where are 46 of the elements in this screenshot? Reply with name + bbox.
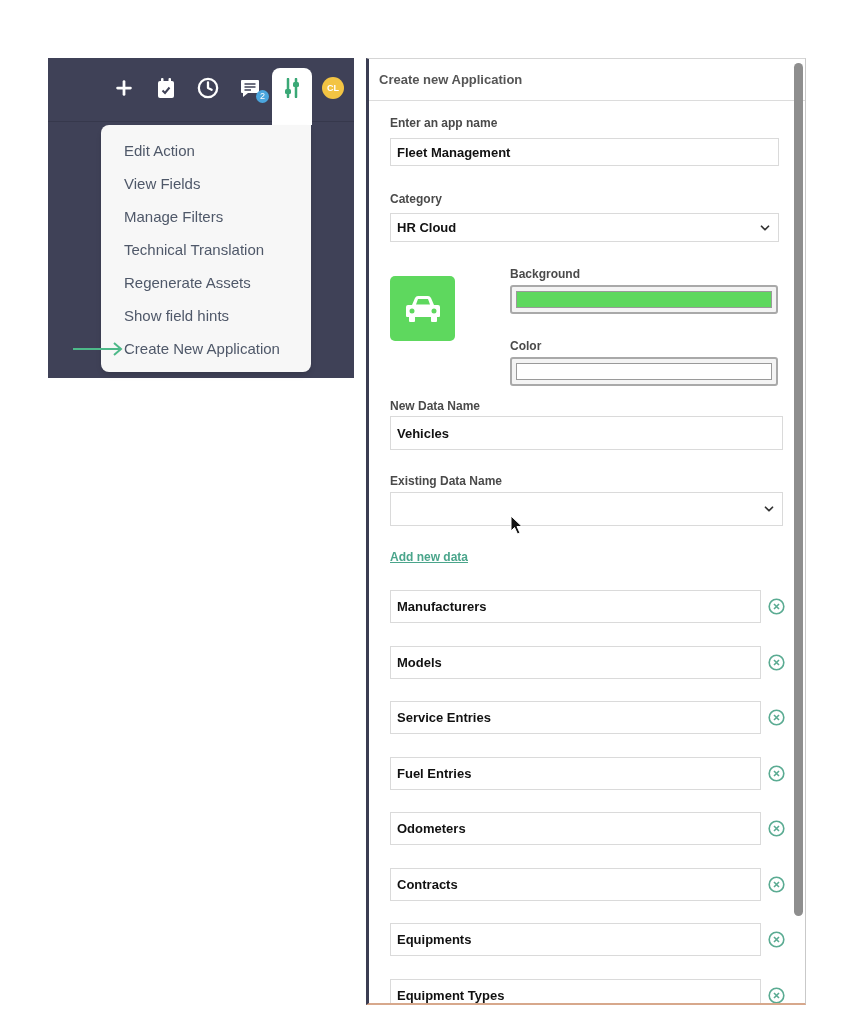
dialog-title: Create new Application bbox=[379, 70, 523, 89]
scrollbar-thumb[interactable] bbox=[794, 63, 803, 916]
field-label: Existing Data Name bbox=[390, 473, 503, 489]
background-color-field[interactable] bbox=[510, 285, 778, 314]
remove-icon[interactable] bbox=[768, 986, 785, 1003]
icon-color-field[interactable] bbox=[510, 357, 778, 386]
data-name-field[interactable]: Contracts bbox=[390, 867, 761, 901]
remove-icon[interactable] bbox=[768, 653, 785, 671]
data-name-field[interactable]: Manufacturers bbox=[390, 590, 761, 623]
field-label: Enter an app name bbox=[390, 115, 498, 131]
menu-item[interactable]: View Fields bbox=[101, 168, 311, 201]
data-name-field[interactable]: Models bbox=[390, 645, 761, 679]
field-label: Background bbox=[510, 266, 580, 282]
mouse-cursor-icon bbox=[510, 515, 523, 535]
remove-icon[interactable] bbox=[768, 820, 785, 837]
menu-item[interactable]: Regenerate Assets bbox=[101, 267, 311, 300]
data-name-field[interactable]: Fuel Entries bbox=[390, 756, 761, 790]
toolbar-tab[interactable] bbox=[272, 68, 312, 125]
menu-item[interactable]: Manage Filters bbox=[101, 201, 311, 234]
remove-icon[interactable] bbox=[768, 875, 785, 893]
existing-data-select[interactable] bbox=[390, 492, 783, 526]
menu-item[interactable]: Edit Action bbox=[101, 135, 311, 168]
field-label: New Data Name bbox=[390, 398, 481, 414]
clock-icon[interactable] bbox=[197, 77, 219, 99]
chat-icon[interactable] bbox=[240, 78, 260, 98]
menu-item[interactable]: Technical Translation bbox=[101, 234, 311, 267]
remove-icon[interactable] bbox=[768, 709, 785, 726]
remove-icon[interactable] bbox=[768, 931, 785, 948]
sliders-icon[interactable] bbox=[284, 78, 300, 98]
remove-icon[interactable] bbox=[768, 598, 785, 615]
notification-badge: 2 bbox=[256, 90, 269, 103]
new-data-name-field[interactable]: Vehicles bbox=[390, 416, 783, 450]
plus-icon[interactable] bbox=[113, 77, 135, 99]
field-label: Color bbox=[510, 338, 542, 354]
field-label: Category bbox=[390, 191, 442, 207]
data-name-field[interactable]: Equipments bbox=[390, 923, 761, 956]
data-name-field[interactable]: Service Entries bbox=[390, 701, 761, 734]
category-select[interactable]: HR Cloud bbox=[390, 213, 779, 242]
calendar-check-icon[interactable] bbox=[157, 78, 175, 98]
app-icon-tile[interactable] bbox=[390, 276, 455, 341]
app-name-field[interactable]: Fleet Management bbox=[390, 138, 779, 166]
remove-icon[interactable] bbox=[768, 764, 785, 782]
menu-item[interactable]: Show field hints bbox=[101, 300, 311, 333]
menu-item[interactable]: Create New Application bbox=[101, 333, 311, 366]
data-name-field[interactable]: Equipment Types bbox=[390, 978, 761, 1003]
data-name-field[interactable]: Odometers bbox=[390, 812, 761, 845]
